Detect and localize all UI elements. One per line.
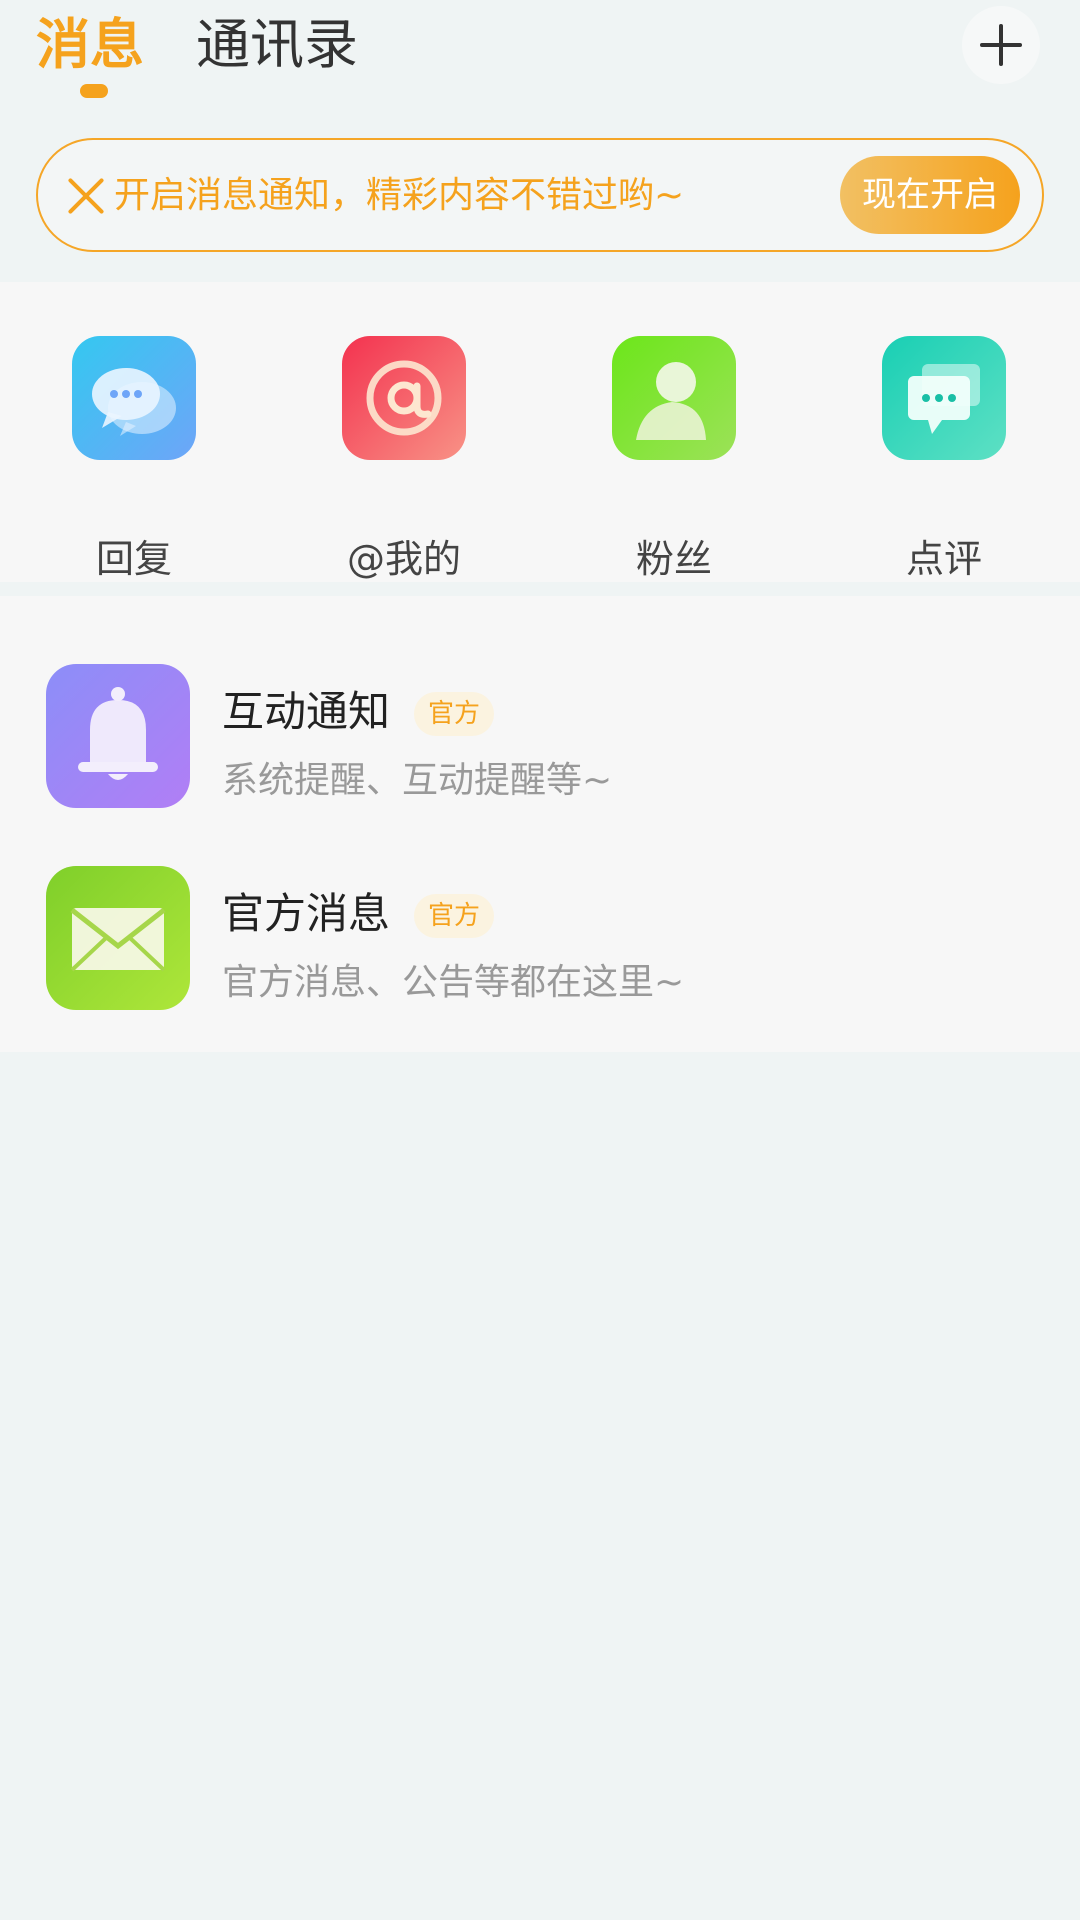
official-badge: 官方	[414, 894, 495, 938]
quick-entry-fans[interactable]: 粉丝	[574, 336, 774, 581]
comment-icon	[882, 336, 1006, 460]
quick-entry-mentions[interactable]: @我的	[304, 336, 504, 581]
enable-now-button[interactable]: 现在开启	[840, 156, 1020, 234]
top-bar: 消息 通讯录	[0, 0, 1080, 130]
person-icon	[612, 336, 736, 460]
chat-bubble-icon	[72, 336, 196, 460]
list-item-title: 互动通知	[222, 687, 391, 736]
list-item-title: 官方消息	[222, 889, 391, 938]
list-item-description: 官方消息、公告等都在这里~	[222, 962, 685, 1003]
list-item-official-messages[interactable]: 官方消息 官方 官方消息、公告等都在这里~	[0, 848, 1080, 1018]
add-button[interactable]	[962, 6, 1040, 84]
quick-entry-label: @我的	[346, 537, 461, 581]
close-icon[interactable]	[66, 176, 106, 216]
quick-entries: 回复 @我的 粉丝 点评	[0, 282, 1080, 582]
quick-entry-label: 回复	[95, 537, 172, 581]
list-item-description: 系统提醒、互动提醒等~	[222, 760, 613, 801]
quick-entry-reviews[interactable]: 点评	[844, 336, 1044, 581]
banner-text: 开启消息通知，精彩内容不错过哟~	[114, 175, 685, 216]
active-tab-indicator	[80, 84, 108, 98]
notification-banner: 开启消息通知，精彩内容不错过哟~ 现在开启	[36, 138, 1044, 252]
quick-entry-reply[interactable]: 回复	[34, 336, 234, 581]
quick-entry-label: 点评	[905, 537, 982, 581]
official-badge: 官方	[414, 692, 495, 736]
at-sign-icon	[342, 336, 466, 460]
bell-icon	[46, 664, 190, 808]
list-item-interaction-notice[interactable]: 互动通知 官方 系统提醒、互动提醒等~	[0, 646, 1080, 816]
quick-entry-label: 粉丝	[635, 537, 712, 581]
tab-messages[interactable]: 消息	[36, 10, 144, 80]
messages-page: 消息 通讯录 开启消息通知，精彩内容不错过哟~ 现在开启 回复 @我的 粉丝 点…	[0, 0, 1080, 1920]
message-list: 互动通知 官方 系统提醒、互动提醒等~ 官方消息 官方 官方消息、公告等都在这里…	[0, 596, 1080, 1052]
tab-contacts[interactable]: 通讯录	[196, 10, 358, 80]
envelope-icon	[46, 866, 190, 1010]
